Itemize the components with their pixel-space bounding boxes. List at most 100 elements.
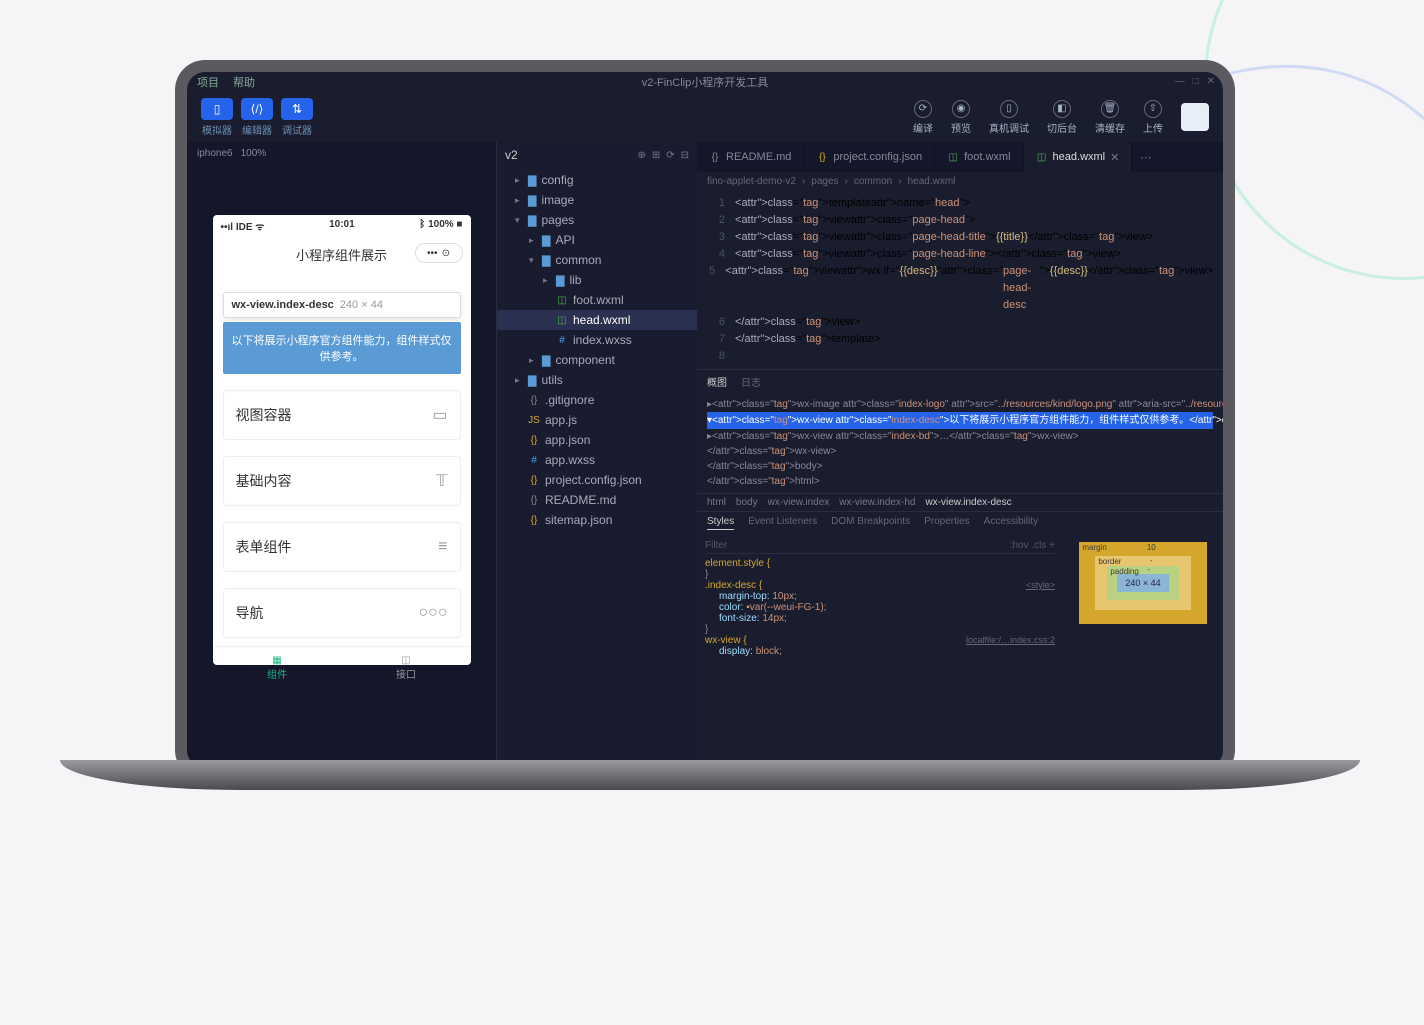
- devtools-panels: Styles Event Listeners DOM Breakpoints Prop…: [697, 511, 1223, 534]
- container-icon: ▭: [432, 405, 447, 425]
- explorer-actions[interactable]: ⊕⊞⟳⊟: [637, 150, 689, 161]
- simulator-toggle[interactable]: ▯模拟器: [201, 98, 233, 137]
- file-item[interactable]: {}sitemap.json: [497, 510, 697, 530]
- text-icon: 𝕋: [436, 471, 447, 491]
- tab-components[interactable]: ▦组件: [213, 647, 342, 689]
- list-item[interactable]: 导航○○○: [223, 588, 461, 638]
- laptop-base: [60, 760, 1360, 790]
- folder-icon: ▇: [542, 254, 550, 267]
- box-model: margin10 border- padding- 240 × 44: [1063, 534, 1223, 768]
- folder-icon: ▇: [542, 234, 550, 247]
- file-item[interactable]: JSapp.js: [497, 410, 697, 430]
- folder-item[interactable]: ▸▇lib: [497, 270, 697, 290]
- file-item[interactable]: #app.wxss: [497, 450, 697, 470]
- folder-item[interactable]: ▸▇API: [497, 230, 697, 250]
- editor-tab[interactable]: ◫head.wxml✕: [1024, 142, 1133, 172]
- editor-area: {}README.md{}project.config.json◫foot.wx…: [697, 142, 1223, 768]
- menu-project[interactable]: 项目: [197, 74, 219, 90]
- file-icon: #: [556, 335, 568, 346]
- toolbar-left: ▯模拟器 ⟨/⟩编辑器 ⇅调试器: [201, 98, 313, 137]
- filter-controls[interactable]: :hov .cls +: [1010, 540, 1055, 551]
- folder-icon: ▇: [528, 174, 536, 187]
- new-folder-icon: ⊞: [652, 150, 660, 161]
- dt-tab[interactable]: 概图: [707, 374, 727, 389]
- panel-tab[interactable]: Accessibility: [984, 516, 1038, 530]
- file-item[interactable]: {}README.md: [497, 490, 697, 510]
- list-item[interactable]: 基础内容𝕋: [223, 456, 461, 506]
- simulator-panel: iphone6100% ••ıl IDE ᯤ 10:01 ᛒ 100% ■ 小程…: [187, 142, 497, 768]
- folder-item[interactable]: ▾▇pages: [497, 210, 697, 230]
- preview-button[interactable]: ◉预览: [951, 100, 971, 135]
- decorative-curve: [1204, 0, 1424, 280]
- file-item[interactable]: {}project.config.json: [497, 470, 697, 490]
- upload-button[interactable]: ⇧上传: [1143, 100, 1163, 135]
- phone-statusbar: ••ıl IDE ᯤ 10:01 ᛒ 100% ■: [213, 215, 471, 237]
- panel-tab[interactable]: Event Listeners: [748, 516, 817, 530]
- explorer-header: v2 ⊕⊞⟳⊟: [497, 142, 697, 168]
- menubar: 项目 帮助: [187, 72, 1223, 92]
- file-item[interactable]: #index.wxss: [497, 330, 697, 350]
- remote-debug-button[interactable]: ▯真机调试: [989, 100, 1029, 135]
- editor-toggle[interactable]: ⟨/⟩编辑器: [241, 98, 273, 137]
- editor-tab[interactable]: ◫foot.wxml: [935, 142, 1023, 172]
- file-icon: #: [528, 455, 540, 466]
- window-controls[interactable]: —□✕: [1175, 76, 1215, 87]
- file-item[interactable]: {}app.json: [497, 430, 697, 450]
- folder-item[interactable]: ▾▇common: [497, 250, 697, 270]
- file-icon: ◫: [556, 315, 568, 326]
- close-icon[interactable]: ✕: [1110, 151, 1119, 164]
- file-item[interactable]: ◫head.wxml: [497, 310, 697, 330]
- tab-api[interactable]: ◫接口: [342, 647, 471, 689]
- clear-cache-button[interactable]: 🗑清缓存: [1095, 100, 1125, 135]
- editor-tabs: {}README.md{}project.config.json◫foot.wx…: [697, 142, 1223, 172]
- phone-mock: ••ıl IDE ᯤ 10:01 ᛒ 100% ■ 小程序组件展示 •••⊙ w…: [213, 215, 471, 665]
- phone-tabbar: ▦组件 ◫接口: [213, 646, 471, 689]
- folder-icon: ▇: [528, 374, 536, 387]
- breadcrumb[interactable]: fino-applet-demo-v2›pages›common›head.wx…: [697, 172, 1223, 191]
- form-icon: ≡: [438, 538, 447, 556]
- collapse-icon: ⊟: [681, 150, 689, 161]
- grid-icon: ▦: [221, 655, 334, 666]
- toolbar-right: ⟳编译 ◉预览 ▯真机调试 ◧切后台 🗑清缓存 ⇧上传: [913, 100, 1209, 135]
- dt-tab[interactable]: 日志: [741, 374, 761, 389]
- simulator-header: iphone6100%: [187, 142, 496, 165]
- file-icon: {}: [816, 152, 828, 163]
- editor-tab[interactable]: {}README.md: [697, 142, 804, 172]
- devtools: 概图 日志 ▸<attr">class="tag">wx-image attr"…: [697, 369, 1223, 768]
- folder-item[interactable]: ▸▇image: [497, 190, 697, 210]
- compile-button[interactable]: ⟳编译: [913, 100, 933, 135]
- file-icon: {}: [528, 435, 540, 446]
- styles-panel[interactable]: Filter :hov .cls + element.style {}.inde…: [697, 534, 1063, 768]
- nav-icon: ○○○: [419, 604, 448, 622]
- folder-icon: ▇: [528, 194, 536, 207]
- filter-input[interactable]: Filter: [705, 540, 727, 551]
- file-item[interactable]: ◫foot.wxml: [497, 290, 697, 310]
- panel-tab[interactable]: DOM Breakpoints: [831, 516, 910, 530]
- capsule-button[interactable]: •••⊙: [415, 243, 463, 263]
- api-icon: ◫: [350, 655, 463, 666]
- background-button[interactable]: ◧切后台: [1047, 100, 1077, 135]
- dom-breadcrumb[interactable]: htmlbodywx-view.indexwx-view.index-hdwx-…: [697, 493, 1223, 511]
- file-icon: ◫: [1036, 152, 1048, 163]
- toolbar: ▯模拟器 ⟨/⟩编辑器 ⇅调试器 ⟳编译 ◉预览 ▯真机调试 ◧切后台 🗑清缓存…: [187, 92, 1223, 142]
- folder-item[interactable]: ▸▇component: [497, 350, 697, 370]
- new-file-icon: ⊕: [637, 150, 645, 161]
- file-icon: JS: [528, 415, 540, 426]
- avatar[interactable]: [1181, 103, 1209, 131]
- file-item[interactable]: {}.gitignore: [497, 390, 697, 410]
- code-editor[interactable]: 1<attr">class="tag">template attr">name=…: [697, 191, 1223, 369]
- editor-tab[interactable]: {}project.config.json: [804, 142, 935, 172]
- ide-window: v2-FinClip小程序开发工具 —□✕ 项目 帮助 ▯模拟器 ⟨/⟩编辑器 …: [187, 72, 1223, 768]
- file-explorer: v2 ⊕⊞⟳⊟ ▸▇config▸▇image▾▇pages▸▇API▾▇com…: [497, 142, 697, 768]
- list-item[interactable]: 表单组件≡: [223, 522, 461, 572]
- panel-tab[interactable]: Properties: [924, 516, 970, 530]
- dom-inspector[interactable]: ▸<attr">class="tag">wx-image attr">class…: [697, 393, 1223, 493]
- more-tabs[interactable]: ⋯: [1132, 142, 1159, 172]
- panel-tab[interactable]: Styles: [707, 516, 734, 530]
- folder-item[interactable]: ▸▇utils: [497, 370, 697, 390]
- list-item[interactable]: 视图容器▭: [223, 390, 461, 440]
- menu-help[interactable]: 帮助: [233, 74, 255, 90]
- highlighted-element: 以下将展示小程序官方组件能力，组件样式仅供参考。: [223, 322, 461, 374]
- folder-item[interactable]: ▸▇config: [497, 170, 697, 190]
- debugger-toggle[interactable]: ⇅调试器: [281, 98, 313, 137]
